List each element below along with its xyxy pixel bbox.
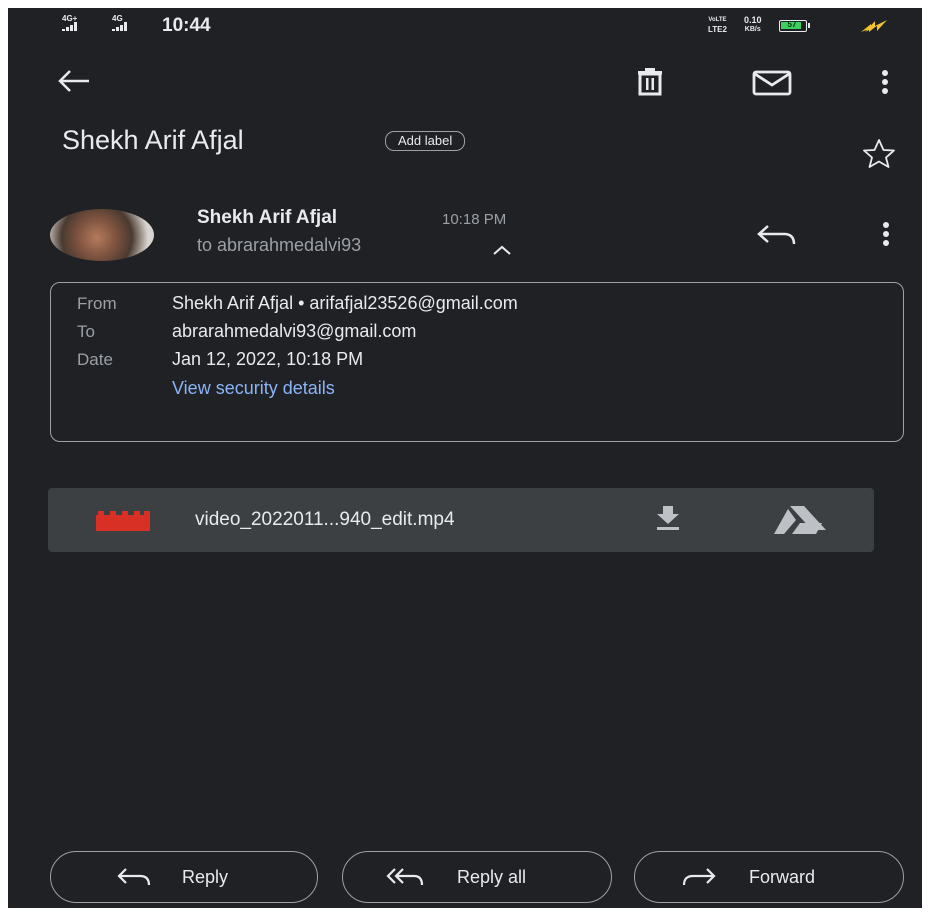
forward-label: Forward: [749, 867, 816, 887]
add-label-button[interactable]: Add label: [385, 131, 466, 151]
message-time: 10:18 PM: [442, 211, 507, 228]
download-icon[interactable]: [654, 506, 682, 532]
signal-bars-icon: [62, 22, 78, 31]
date-value: Jan 12, 2022, 10:18 PM: [172, 349, 364, 369]
signal-bars-icon: [112, 22, 128, 31]
recipient-line[interactable]: to abrarahmedalvi93: [197, 235, 361, 256]
charging-bolt-icon: [861, 20, 887, 32]
reply-button[interactable]: Reply: [50, 851, 318, 903]
from-label: From: [77, 294, 117, 313]
forward-icon: [682, 868, 716, 886]
battery-icon: 57: [779, 20, 810, 32]
network-signal-1: 4G+: [62, 14, 78, 31]
from-value: Shekh Arif Afjal • arifafjal23526@gmail.…: [172, 293, 518, 313]
network-signal-2: 4G: [112, 14, 128, 31]
sender-avatar[interactable]: [50, 209, 154, 261]
to-label: To: [77, 322, 95, 341]
view-security-details-link[interactable]: View security details: [172, 378, 335, 399]
reply-all-icon: [386, 868, 424, 886]
trash-icon[interactable]: [636, 68, 664, 96]
message-more-icon[interactable]: [881, 221, 891, 249]
forward-button[interactable]: Forward: [634, 851, 904, 903]
video-file-icon: [96, 511, 150, 531]
reply-all-label: Reply all: [457, 867, 527, 887]
chevron-up-icon[interactable]: [491, 243, 513, 257]
date-label: Date: [77, 350, 113, 369]
message-details-card: From Shekh Arif Afjal • arifafjal23526@g…: [50, 282, 904, 442]
reply-icon[interactable]: [756, 222, 798, 248]
volte-indicator: VoLTE LTE2: [708, 17, 727, 34]
status-bar: 4G+ 4G 10:44 VoLTE LTE2 0.10 KB/s 57: [8, 8, 922, 44]
to-value: abrarahmedalvi93@gmail.com: [172, 321, 417, 341]
more-vert-icon[interactable]: [880, 69, 890, 97]
attachment-card[interactable]: video_2022011...940_edit.mp4: [48, 488, 874, 552]
reply-all-button[interactable]: Reply all: [342, 851, 612, 903]
save-to-drive-icon[interactable]: [770, 506, 828, 534]
status-time: 10:44: [162, 15, 211, 36]
attachment-filename: video_2022011...940_edit.mp4: [195, 509, 455, 530]
reply-label: Reply: [182, 867, 229, 887]
sender-name: Shekh Arif Afjal: [197, 207, 338, 228]
mail-icon[interactable]: [752, 70, 792, 96]
back-arrow-icon[interactable]: [56, 69, 92, 93]
email-screen: 4G+ 4G 10:44 VoLTE LTE2 0.10 KB/s 57 She…: [8, 8, 922, 908]
network-speed: 0.10 KB/s: [744, 15, 762, 34]
star-icon[interactable]: [860, 138, 898, 168]
reply-icon: [117, 868, 151, 886]
email-subject: Shekh Arif Afjal: [62, 125, 244, 155]
